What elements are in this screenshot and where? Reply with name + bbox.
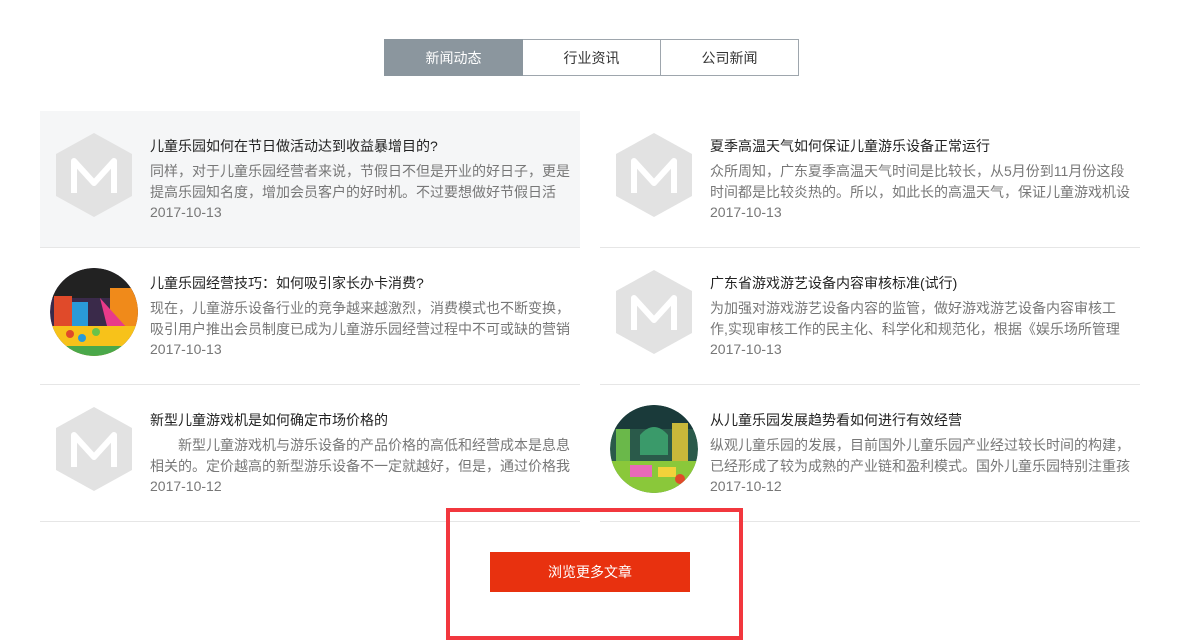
news-date: 2017-10-12 (710, 478, 782, 494)
news-excerpt: 众所周知，广东夏季高温天气时间是比较长，从5月份到11月份这段时间都是比较炎热的… (710, 163, 1130, 200)
news-excerpt: 为加强对游戏游艺设备内容的监管，做好游戏游艺设备内容审核工作,实现审核工作的民主… (710, 300, 1120, 337)
news-excerpt: 纵观儿童乐园的发展，目前国外儿童乐园产业经过较长时间的构建，已经形成了较为成熟的… (710, 437, 1130, 474)
news-tabs: 新闻动态 行业资讯 公司新闻 (384, 39, 799, 76)
playground-photo (50, 268, 138, 356)
tab-news-updates[interactable]: 新闻动态 (384, 39, 523, 76)
news-excerpt: 新型儿童游戏机与游乐设备的产品价格的高低和经营成本是息息相关的。定价越高的新型游… (150, 437, 570, 474)
news-item[interactable]: 广东省游戏游艺设备内容审核标准(试行) 为加强对游戏游艺设备内容的监管，做好游戏… (600, 248, 1140, 385)
news-item[interactable]: 夏季高温天气如何保证儿童游乐设备正常运行 众所周知，广东夏季高温天气时间是比较长… (600, 111, 1140, 248)
news-title[interactable]: 儿童乐园经营技巧：如何吸引家长办卡消费? (150, 273, 424, 293)
news-item[interactable]: 新型儿童游戏机是如何确定市场价格的 新型儿童游戏机与游乐设备的产品价格的高低和经… (40, 385, 580, 522)
hexagon-m-icon (616, 270, 692, 354)
hexagon-m-icon (56, 133, 132, 217)
news-excerpt: 同样，对于儿童乐园经营者来说，节假日不但是开业的好日子，更是提高乐园知名度，增加… (150, 163, 570, 200)
news-item[interactable]: 从儿童乐园发展趋势看如何进行有效经营 纵观儿童乐园的发展，目前国外儿童乐园产业经… (600, 385, 1140, 522)
news-date: 2017-10-13 (150, 341, 222, 357)
tab-company-news[interactable]: 公司新闻 (661, 39, 799, 76)
news-title[interactable]: 从儿童乐园发展趋势看如何进行有效经营 (710, 410, 962, 430)
news-date: 2017-10-13 (710, 204, 782, 220)
news-date: 2017-10-13 (710, 341, 782, 357)
news-item[interactable]: 儿童乐园如何在节日做活动达到收益暴增目的? 同样，对于儿童乐园经营者来说，节假日… (40, 111, 580, 248)
tab-industry-info[interactable]: 行业资讯 (523, 39, 661, 76)
news-title[interactable]: 新型儿童游戏机是如何确定市场价格的 (150, 410, 388, 430)
hexagon-m-icon (616, 133, 692, 217)
news-excerpt: 现在，儿童游乐设备行业的竞争越来越激烈，消费模式也不断变换，吸引用户推出会员制度… (150, 300, 570, 337)
news-title[interactable]: 广东省游戏游艺设备内容审核标准(试行) (710, 273, 957, 293)
news-item[interactable]: 儿童乐园经营技巧：如何吸引家长办卡消费? 现在，儿童游乐设备行业的竞争越来越激烈… (40, 248, 580, 385)
hexagon-m-icon (56, 407, 132, 491)
news-date: 2017-10-13 (150, 204, 222, 220)
indoor-park-photo (610, 405, 698, 493)
news-date: 2017-10-12 (150, 478, 222, 494)
news-title[interactable]: 夏季高温天气如何保证儿童游乐设备正常运行 (710, 136, 990, 156)
news-title[interactable]: 儿童乐园如何在节日做活动达到收益暴增目的? (150, 136, 438, 156)
browse-more-articles-button[interactable]: 浏览更多文章 (490, 552, 690, 592)
